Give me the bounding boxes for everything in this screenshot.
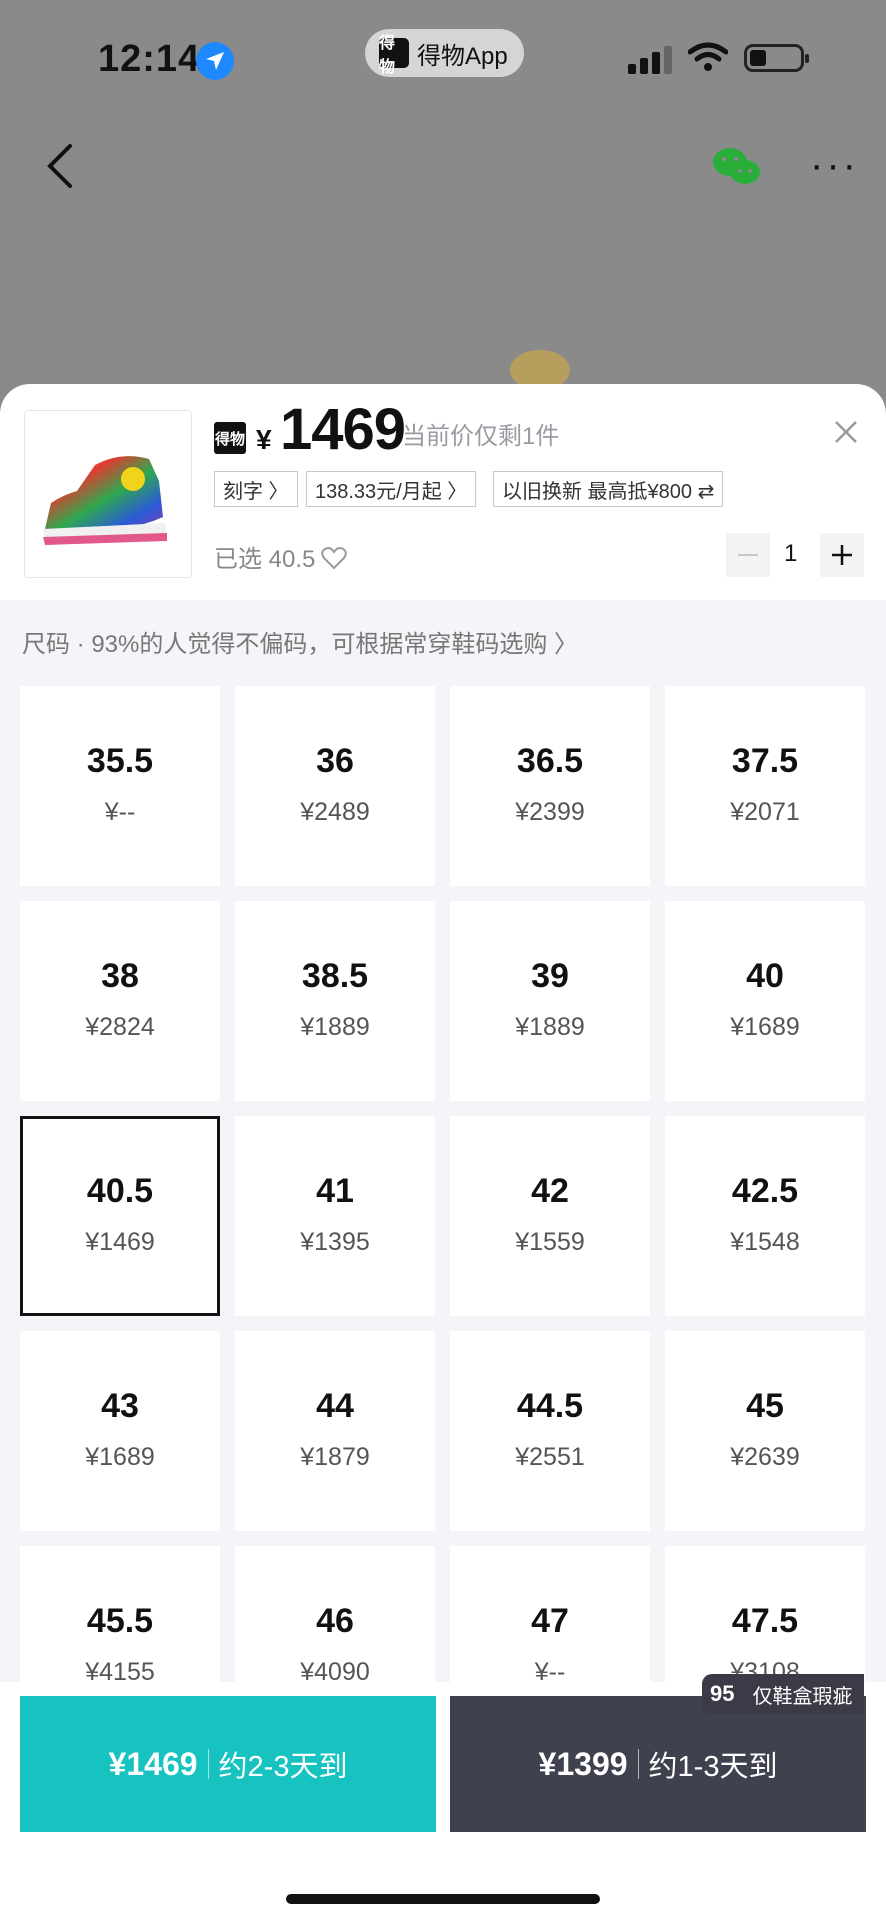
minus-icon [738, 554, 758, 556]
size-value: 40 [746, 957, 784, 995]
plus-icon [832, 545, 852, 565]
95-logo-icon: 95 [710, 1681, 735, 1706]
product-price: 1469 [280, 397, 406, 462]
product-thumbnail [24, 410, 192, 578]
price-note: 当前价仅剩1件 [402, 423, 560, 450]
size-option[interactable]: 41 ¥1395 [235, 1116, 435, 1316]
location-arrow-icon [196, 42, 234, 80]
quantity-value: 1 [784, 540, 798, 567]
chevron-left-icon[interactable] [40, 140, 84, 192]
status-bar: 12:14 得物 得物App [0, 0, 886, 120]
size-hint[interactable]: 尺码 · 93%的人觉得不偏码，可根据常穿鞋码选购 〉 [22, 624, 578, 659]
installment-tag[interactable]: 138.33元/月起 〉 [306, 471, 477, 507]
size-price: ¥1689 [85, 1443, 155, 1471]
quantity-decrease-button[interactable] [726, 533, 770, 577]
buy-flawed-box-button[interactable]: ¥1399 约1-3天到 [450, 1696, 866, 1832]
buy-flawed-box-price: ¥1399 [538, 1745, 628, 1782]
size-value: 37.5 [731, 742, 799, 780]
size-option[interactable]: 40 ¥1689 [665, 901, 865, 1101]
size-option[interactable]: 45 ¥2639 [665, 1331, 865, 1531]
status-time: 12:14 [98, 38, 201, 80]
size-option[interactable]: 37.5 ¥2071 [665, 686, 865, 886]
size-value: 47.5 [731, 1602, 799, 1640]
wechat-icon[interactable] [712, 146, 762, 188]
battery-icon [744, 44, 809, 72]
trade-in-tag[interactable]: 以旧换新 最高抵¥800 ⇄ [493, 471, 724, 507]
heart-icon[interactable] [321, 546, 348, 570]
size-value: 36 [316, 742, 354, 780]
size-value: 45.5 [86, 1602, 154, 1640]
flawed-box-badge: 95 仅鞋盒瑕疵 [702, 1674, 865, 1714]
size-price: ¥-- [104, 798, 136, 826]
divider [637, 1749, 639, 1779]
badge-text: 仅鞋盒瑕疵 [752, 1685, 853, 1708]
size-option[interactable]: 36.5 ¥2399 [450, 686, 650, 886]
selected-size-label: 已选 40.5 [214, 539, 348, 574]
buy-standard-price: ¥1469 [108, 1745, 198, 1782]
size-option[interactable]: 38 ¥2824 [20, 901, 220, 1101]
app-pill[interactable]: 得物 得物App [365, 29, 524, 77]
home-indicator [286, 1894, 600, 1904]
size-value: 39 [531, 957, 569, 995]
size-value: 38 [101, 957, 139, 995]
size-price: ¥2824 [85, 1013, 155, 1041]
size-option[interactable]: 44 ¥1879 [235, 1331, 435, 1531]
size-price: ¥2639 [730, 1443, 800, 1471]
size-price: ¥2489 [300, 798, 370, 826]
divider [207, 1749, 209, 1779]
engraving-tag[interactable]: 刻字 〉 [214, 471, 298, 507]
size-option[interactable]: 42 ¥1559 [450, 1116, 650, 1316]
size-value: 45 [746, 1387, 784, 1425]
size-value: 35.5 [86, 742, 154, 780]
wifi-icon [688, 42, 728, 71]
price-currency: ¥ [256, 424, 272, 455]
size-price: ¥2071 [730, 798, 800, 826]
size-option[interactable]: 35.5 ¥-- [20, 686, 220, 886]
size-option[interactable]: 40.5 ¥1469 [20, 1116, 220, 1316]
more-button[interactable]: ··· [810, 145, 859, 185]
size-price: ¥1395 [300, 1228, 370, 1256]
signal-icon [628, 46, 672, 74]
size-value: 44.5 [516, 1387, 584, 1425]
size-price: ¥1469 [85, 1228, 155, 1256]
size-option[interactable]: 38.5 ¥1889 [235, 901, 435, 1101]
size-price: ¥1889 [300, 1013, 370, 1041]
size-option[interactable]: 42.5 ¥1548 [665, 1116, 865, 1316]
app-pill-label: 得物App [417, 42, 508, 70]
size-value: 43 [101, 1387, 139, 1425]
size-price: ¥1879 [300, 1443, 370, 1471]
size-value: 36.5 [516, 742, 584, 780]
app-logo-icon: 得物 [379, 35, 409, 76]
brand-logo-icon: 得物 [214, 422, 246, 454]
size-price: ¥1689 [730, 1013, 800, 1041]
size-value: 44 [316, 1387, 354, 1425]
size-price: ¥2399 [515, 798, 585, 826]
size-price: ¥1889 [515, 1013, 585, 1041]
size-option[interactable]: 44.5 ¥2551 [450, 1331, 650, 1531]
sneaker-image [43, 456, 167, 545]
quantity-increase-button[interactable] [820, 533, 864, 577]
size-value: 47 [531, 1602, 569, 1640]
size-price: ¥2551 [515, 1443, 585, 1471]
size-value: 42 [531, 1172, 569, 1210]
size-value: 46 [316, 1602, 354, 1640]
size-value: 40.5 [86, 1172, 154, 1210]
size-value: 41 [316, 1172, 354, 1210]
size-option[interactable]: 36 ¥2489 [235, 686, 435, 886]
buy-bar: ¥1469 约2-3天到 ¥1399 约1-3天到 95 仅鞋盒瑕疵 [0, 1674, 886, 1920]
size-option[interactable]: 39 ¥1889 [450, 901, 650, 1101]
close-icon[interactable] [834, 420, 858, 444]
buy-standard-button[interactable]: ¥1469 约2-3天到 [20, 1696, 436, 1832]
size-value: 38.5 [301, 957, 369, 995]
size-price: ¥1559 [515, 1228, 585, 1256]
size-option[interactable]: 43 ¥1689 [20, 1331, 220, 1531]
buy-flawed-box-delivery: 约1-3天到 [648, 1751, 778, 1783]
size-price: ¥1548 [730, 1228, 800, 1256]
buy-standard-delivery: 约2-3天到 [218, 1751, 348, 1783]
size-value: 42.5 [731, 1172, 799, 1210]
